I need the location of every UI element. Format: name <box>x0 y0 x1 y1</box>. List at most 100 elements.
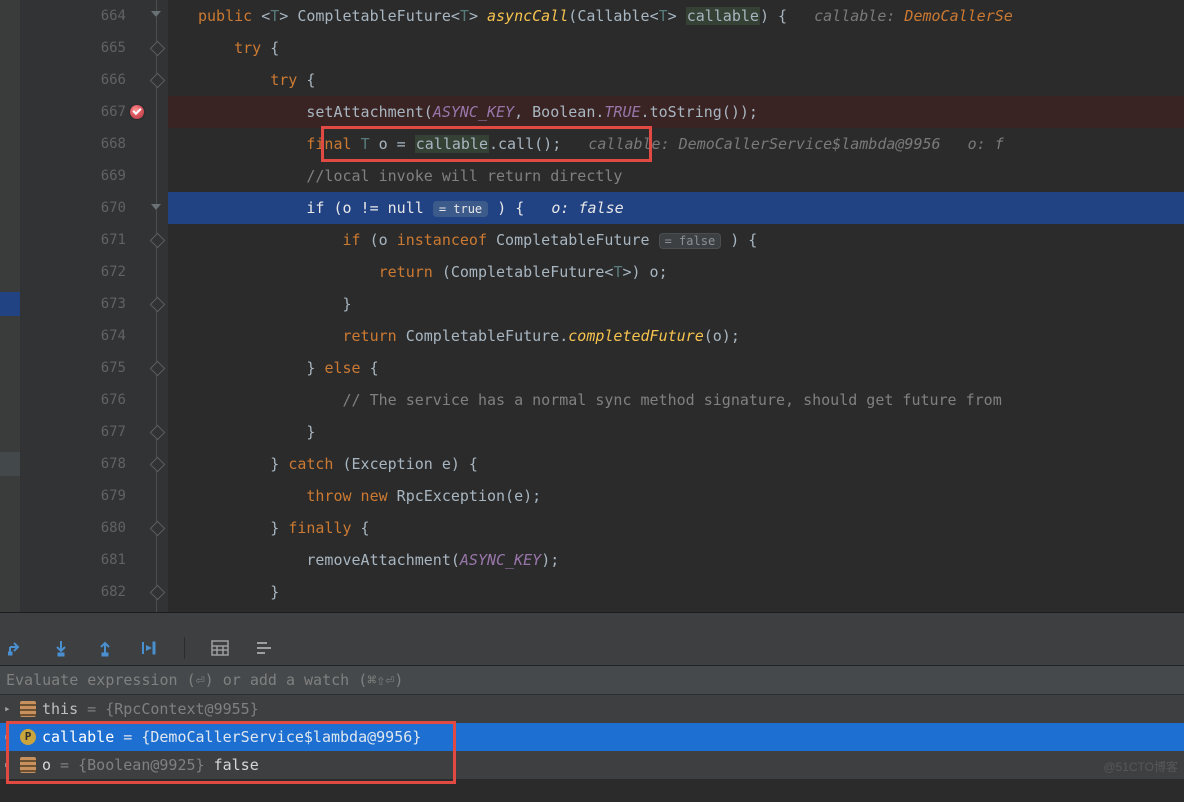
code-line-current[interactable]: if (o != null = true ) { o: false <box>168 192 1184 224</box>
code-line[interactable]: throw new RpcException(e); <box>168 480 1184 512</box>
line-number[interactable]: 674 <box>20 320 126 352</box>
left-marker <box>0 292 20 316</box>
fold-marker[interactable] <box>150 73 166 89</box>
variable-row-selected[interactable]: ▸ P callable = {DemoCallerService$lambda… <box>0 723 1184 751</box>
inline-hint: o: f <box>968 135 1004 153</box>
constant: ASYNC_KEY <box>433 103 514 121</box>
trace-current-stream-icon[interactable] <box>255 639 273 657</box>
line-number[interactable]: 677 <box>20 416 126 448</box>
placeholder-text: Evaluate expression (⏎) or add a watch (… <box>6 671 403 689</box>
line-number[interactable]: 680 <box>20 512 126 544</box>
variable-name: callable <box>42 728 114 746</box>
fold-marker[interactable] <box>150 233 166 249</box>
code-line[interactable]: } <box>168 288 1184 320</box>
variables-panel: ▸ this = {RpcContext@9955} ▸ P callable … <box>0 695 1184 779</box>
line-number[interactable]: 670 <box>20 192 126 224</box>
line-number[interactable]: 679 <box>20 480 126 512</box>
line-number-gutter[interactable]: 664 665 666 667 668 669 670 671 672 673 … <box>20 0 146 612</box>
debug-toolbar <box>0 631 1184 666</box>
inline-hint: callable: <box>814 7 895 25</box>
fold-marker[interactable] <box>150 457 166 473</box>
line-number[interactable]: 673 <box>20 288 126 320</box>
fold-marker[interactable] <box>150 585 166 601</box>
code-line[interactable]: setAttachment(ASYNC_KEY, Boolean.TRUE.to… <box>168 96 1184 128</box>
fold-toggle-icon[interactable] <box>151 11 161 17</box>
param-highlight: callable <box>686 7 760 25</box>
inline-hint: DemoCallerSe <box>895 7 1012 25</box>
code-line[interactable]: final T o = callable.call(); callable: D… <box>168 128 1184 160</box>
evaluate-expression-icon[interactable] <box>211 639 229 657</box>
variable-name: o <box>42 756 51 774</box>
fold-marker[interactable] <box>150 425 166 441</box>
code-area[interactable]: public <T> CompletableFuture<T> asyncCal… <box>168 0 1184 612</box>
fold-gutter[interactable] <box>146 0 168 612</box>
inlay-hint: = false <box>659 233 722 249</box>
breakpoint-icon[interactable] <box>130 105 144 119</box>
fold-marker[interactable] <box>150 361 166 377</box>
fold-marker[interactable] <box>150 41 166 57</box>
left-marker-stripe <box>0 0 20 612</box>
code-line[interactable]: //local invoke will return directly <box>168 160 1184 192</box>
step-out-icon[interactable] <box>96 639 114 657</box>
editor: 664 665 666 667 668 669 670 671 672 673 … <box>0 0 1184 612</box>
param-icon: P <box>20 729 36 745</box>
code-line[interactable]: return (CompletableFuture<T>) o; <box>168 256 1184 288</box>
code-line[interactable]: } <box>168 576 1184 608</box>
comment: //local invoke will return directly <box>306 167 622 185</box>
code-line[interactable]: return CompletableFuture.completedFuture… <box>168 320 1184 352</box>
line-number[interactable]: 678 <box>20 448 126 480</box>
variable-name: this <box>42 700 78 718</box>
constant: ASYNC_KEY <box>460 551 541 569</box>
variable-row[interactable]: ▸ o = {Boolean@9925} false <box>0 751 1184 779</box>
code-line[interactable]: public <T> CompletableFuture<T> asyncCal… <box>168 0 1184 32</box>
step-into-icon[interactable] <box>52 639 70 657</box>
inline-hint: o: false <box>551 199 623 217</box>
variable-value: {RpcContext@9955} <box>105 700 259 718</box>
fold-marker[interactable] <box>150 297 166 313</box>
static-method: completedFuture <box>568 327 703 345</box>
toolbar-separator <box>184 637 185 659</box>
inlay-hint: = true <box>433 201 488 217</box>
code-line[interactable]: try { <box>168 64 1184 96</box>
line-number[interactable]: 681 <box>20 544 126 576</box>
line-number[interactable]: 665 <box>20 32 126 64</box>
line-number[interactable]: 671 <box>20 224 126 256</box>
variable-value: {DemoCallerService$lambda@9956} <box>141 728 421 746</box>
code-line[interactable]: } finally { <box>168 512 1184 544</box>
evaluate-expression-input[interactable]: Evaluate expression (⏎) or add a watch (… <box>0 666 1184 695</box>
line-number[interactable]: 675 <box>20 352 126 384</box>
code-line[interactable]: } catch (Exception e) { <box>168 448 1184 480</box>
line-number[interactable]: 669 <box>20 160 126 192</box>
variable-row[interactable]: ▸ this = {RpcContext@9955} <box>0 695 1184 723</box>
code-line[interactable]: } else { <box>168 352 1184 384</box>
fold-marker[interactable] <box>150 521 166 537</box>
line-number[interactable]: 664 <box>20 0 126 32</box>
variable-value: {Boolean@9925} <box>78 756 204 774</box>
line-number[interactable]: 672 <box>20 256 126 288</box>
fold-toggle-icon[interactable] <box>151 204 161 210</box>
line-number[interactable]: 682 <box>20 576 126 608</box>
panel-separator <box>0 612 1184 631</box>
watermark: @51CTO博客 <box>1103 758 1178 775</box>
expand-icon[interactable]: ▸ <box>4 751 14 779</box>
variable-tostring: false <box>205 756 259 774</box>
run-to-cursor-icon[interactable] <box>140 639 158 657</box>
step-over-icon[interactable] <box>8 639 26 657</box>
method-name: asyncCall <box>487 7 568 25</box>
code-line[interactable]: try { <box>168 32 1184 64</box>
line-number[interactable]: 667 <box>20 96 126 128</box>
line-number[interactable]: 668 <box>20 128 126 160</box>
code-line[interactable]: } <box>168 416 1184 448</box>
code-line[interactable]: removeAttachment(ASYNC_KEY); <box>168 544 1184 576</box>
expand-icon[interactable]: ▸ <box>4 695 14 723</box>
line-number[interactable]: 666 <box>20 64 126 96</box>
expand-icon[interactable]: ▸ <box>4 723 14 751</box>
comment: // The service has a normal sync method … <box>343 391 1002 409</box>
line-number[interactable]: 676 <box>20 384 126 416</box>
code-line[interactable]: // The service has a normal sync method … <box>168 384 1184 416</box>
left-marker <box>0 452 20 476</box>
code-line[interactable]: if (o instanceof CompletableFuture = fal… <box>168 224 1184 256</box>
type-param: T <box>270 7 279 25</box>
keyword: public <box>198 7 252 25</box>
object-icon <box>20 757 36 773</box>
